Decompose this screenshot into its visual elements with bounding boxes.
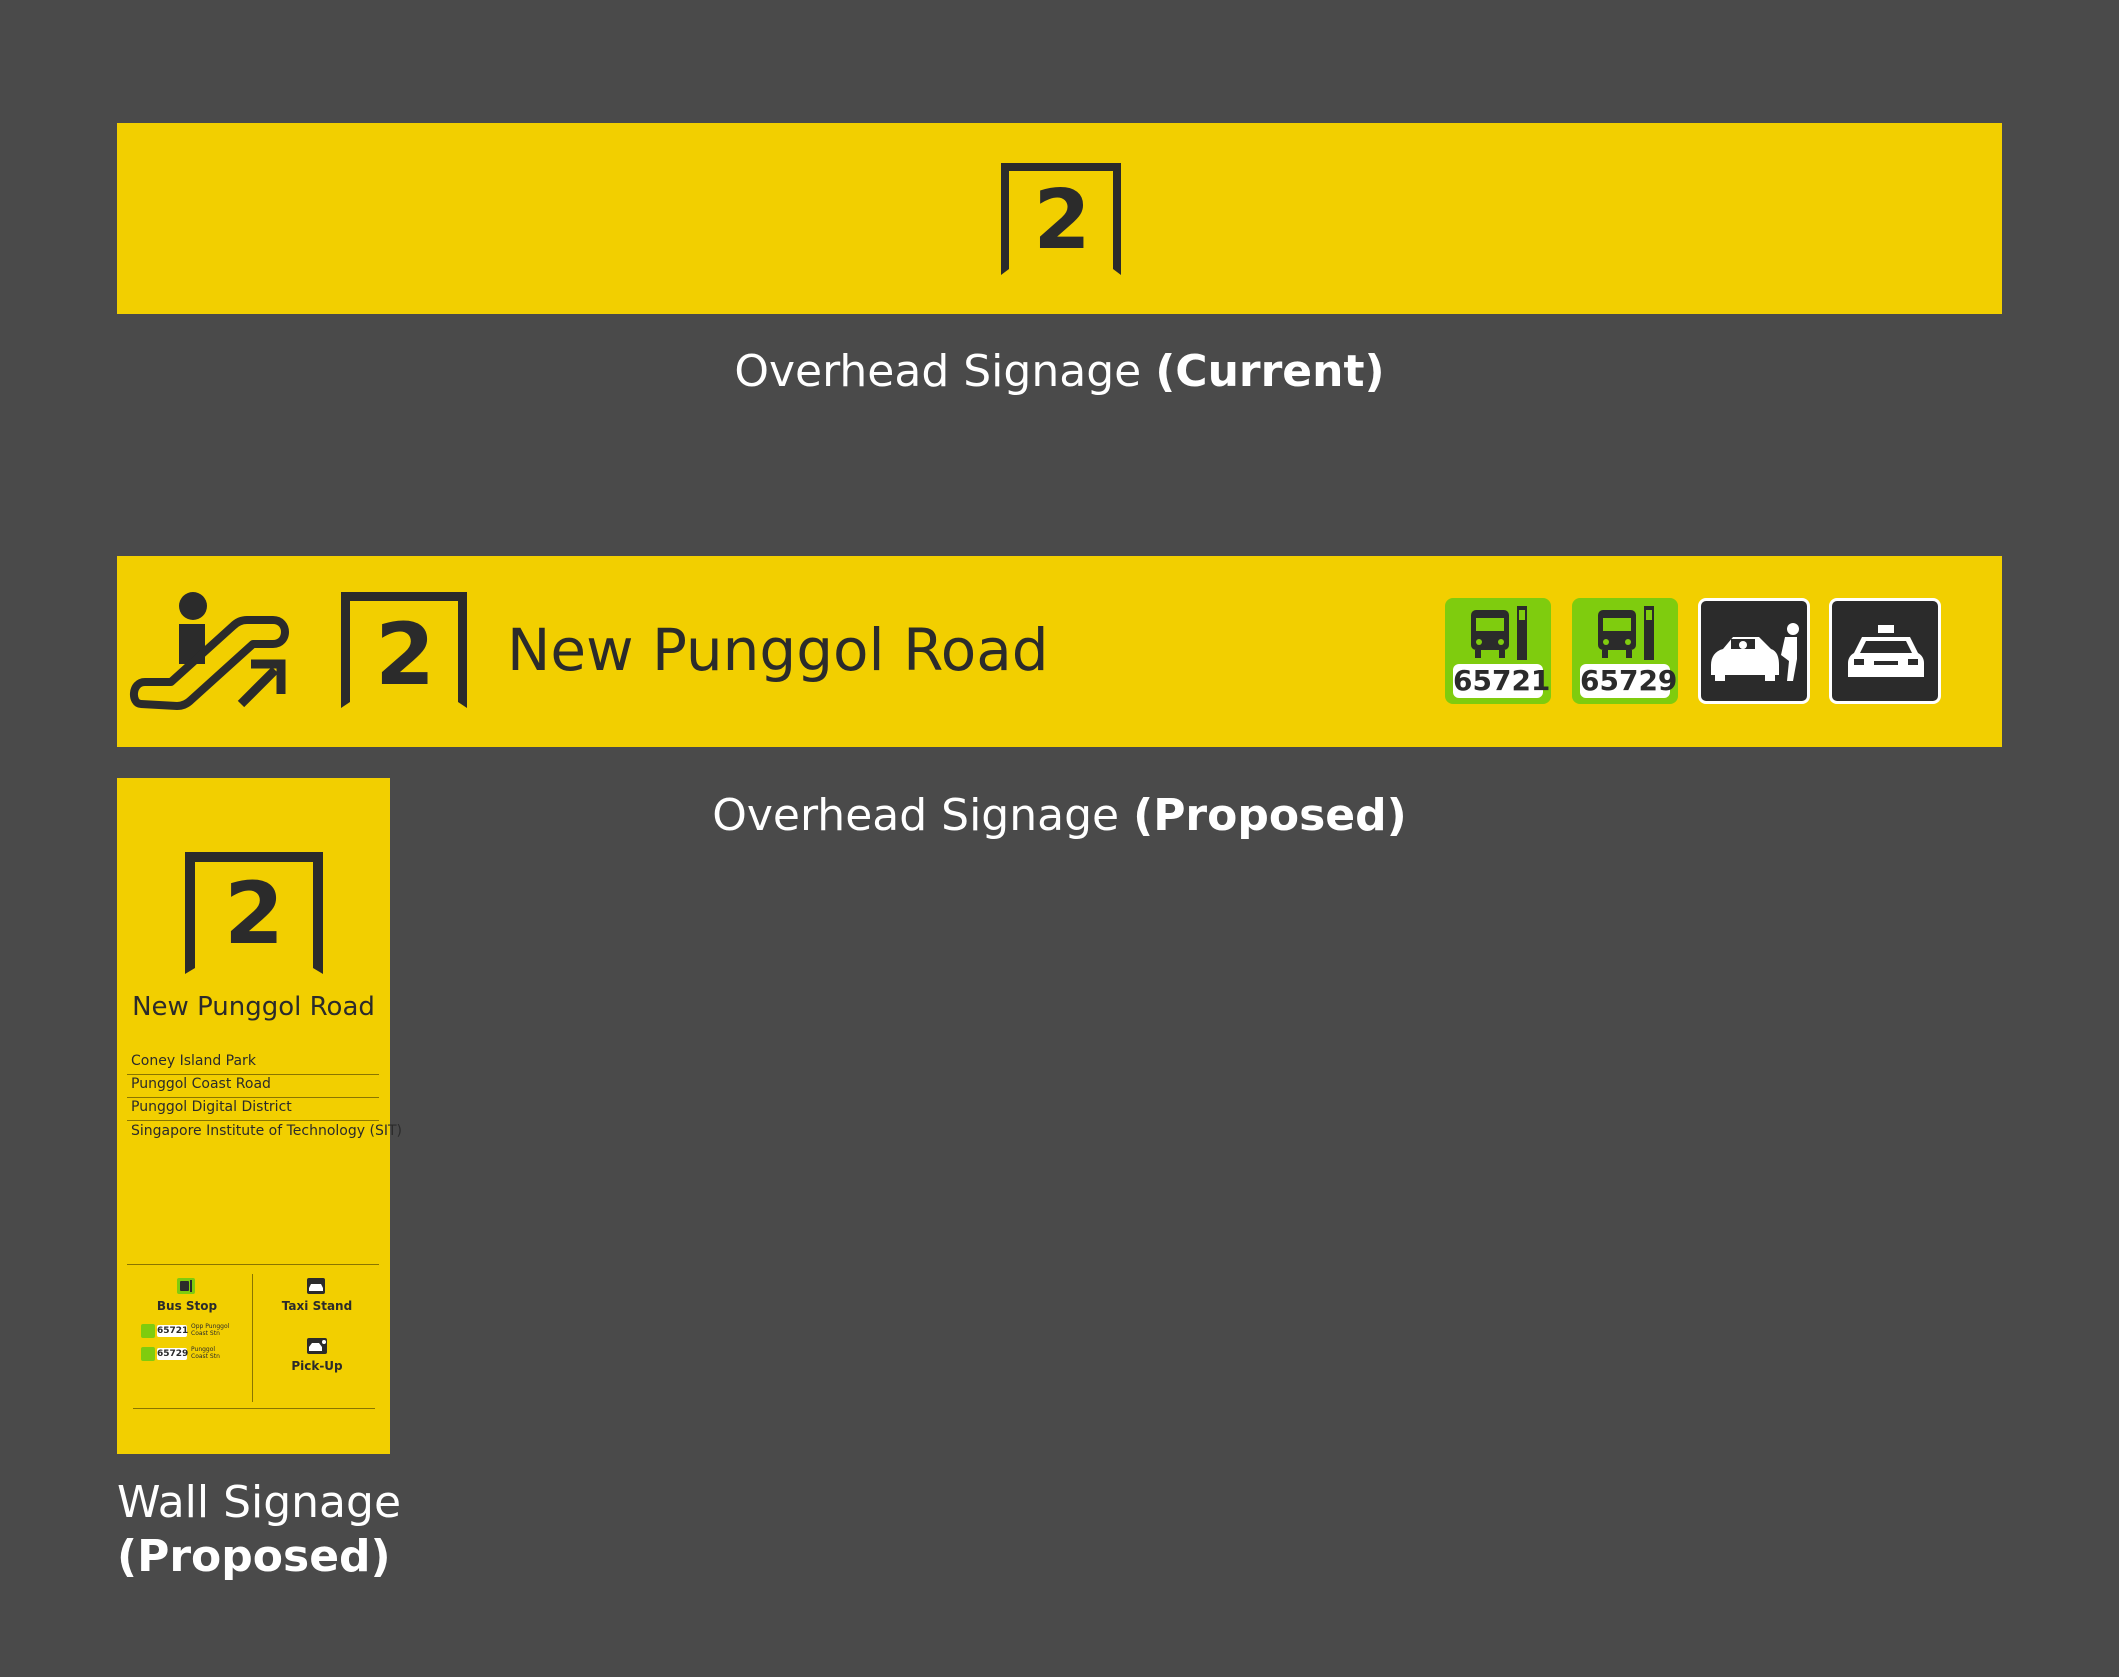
bus-stop-icon — [1471, 606, 1527, 660]
bus-stop-name-line: Opp Punggol — [191, 1323, 230, 1330]
exit-number: 2 — [375, 605, 435, 705]
bus-stop-tile: 65729 — [1572, 598, 1678, 704]
bus-stop-icon — [141, 1324, 155, 1338]
pickup-car-icon — [1711, 623, 1799, 681]
destination-item: Coney Island Park — [127, 1053, 379, 1075]
caption-text: Overhead Signage — [712, 790, 1134, 841]
bus-stop-name-line: Coast Stn — [191, 1353, 220, 1360]
caption-bold-text: (Proposed) — [1133, 790, 1407, 841]
bus-stop-name: Opp Punggol Coast Stn — [191, 1323, 229, 1337]
pickup-label: Pick-Up — [291, 1359, 343, 1373]
exit-number: 2 — [224, 864, 284, 964]
destination-item: Punggol Digital District — [127, 1099, 379, 1121]
bus-stop-label: Bus Stop — [156, 1299, 218, 1313]
divider — [133, 1408, 375, 1409]
overhead-sign-current: 2 — [117, 123, 2002, 314]
bus-stop-code: 65721 — [157, 1325, 189, 1337]
taxi-stand-label: Taxi Stand — [281, 1299, 353, 1313]
taxi-tile — [1829, 598, 1941, 704]
road-name: New Punggol Road — [507, 616, 1049, 684]
bus-stop-name: Punggol Coast Stn — [191, 1346, 220, 1360]
bus-stop-name-line: Coast Stn — [191, 1330, 220, 1337]
exit-number: 2 — [1033, 173, 1091, 268]
bus-stop-name-line: Punggol — [191, 1346, 216, 1353]
caption-current: Overhead Signage (Current) — [0, 346, 2119, 397]
divider — [252, 1274, 253, 1402]
bus-stop-code: 65729 — [157, 1348, 189, 1360]
bus-stop-code: 65721 — [1453, 664, 1551, 698]
caption-text: Overhead Signage — [734, 346, 1156, 397]
wall-sign-proposed: 2 New Punggol Road Coney Island Park Pun… — [117, 778, 402, 1454]
caption-wall: Wall Signage (Proposed) — [117, 1476, 402, 1584]
bus-stop-icon — [1598, 606, 1654, 660]
road-name: New Punggol Road — [132, 992, 375, 1022]
caption-bold-text: (Proposed) — [117, 1531, 391, 1582]
overhead-sign-proposed: 2 New Punggol Road 65721 65729 — [117, 556, 2002, 747]
destination-item: Punggol Coast Road — [127, 1076, 379, 1098]
bus-stop-icon — [177, 1278, 195, 1294]
bus-stop-tile: 65721 — [1445, 598, 1551, 704]
taxi-icon — [307, 1278, 325, 1294]
pickup-car-icon — [307, 1338, 327, 1354]
pickup-tile — [1698, 598, 1810, 704]
caption-bold-text: (Current) — [1155, 346, 1385, 397]
taxi-icon — [1848, 625, 1924, 677]
escalator-up-icon — [130, 592, 289, 710]
bus-stop-icon — [141, 1347, 155, 1361]
bus-stop-code: 65729 — [1580, 664, 1678, 698]
destination-item: Singapore Institute of Technology (SIT) — [131, 1123, 402, 1139]
divider — [127, 1264, 379, 1265]
caption-text: Wall Signage — [117, 1477, 402, 1528]
